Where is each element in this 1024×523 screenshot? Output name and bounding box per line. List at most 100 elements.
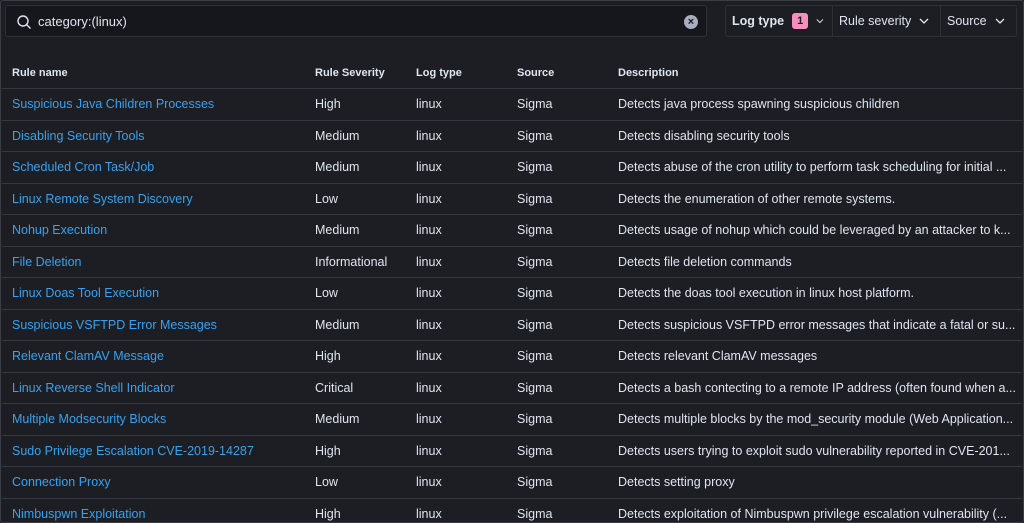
table-row: Nimbuspwn Exploitation High linux Sigma Dete… xyxy=(2,498,1022,522)
description-cell: Detects the doas tool execution in linux… xyxy=(608,277,1022,310)
rule-name-cell: Relevant ClamAV Message xyxy=(2,340,305,373)
column-header-source[interactable]: Source xyxy=(507,57,608,89)
log-type-filter-count-badge: 1 xyxy=(792,13,809,29)
rule-name-link[interactable]: Nimbuspwn Exploitation xyxy=(12,507,145,521)
rule-name-link[interactable]: Disabling Security Tools xyxy=(12,129,144,143)
source-cell: Sigma xyxy=(507,214,608,247)
source-cell: Sigma xyxy=(507,183,608,215)
table-row: Linux Doas Tool Execution Low linux Sigma De… xyxy=(2,277,1022,310)
source-filter-button[interactable]: Source xyxy=(941,6,1016,36)
source-cell: Sigma xyxy=(507,340,608,373)
rule-severity-cell: High xyxy=(305,340,406,373)
rule-name-cell: Multiple Modsecurity Blocks xyxy=(2,403,305,436)
rule-severity-filter-label: Rule severity xyxy=(839,14,912,28)
clear-icon[interactable]: × xyxy=(684,15,698,29)
table-header-row: Rule name Rule Severity Log type Source … xyxy=(2,57,1022,89)
source-cell: Sigma xyxy=(507,372,608,404)
rule-name-link[interactable]: Linux Reverse Shell Indicator xyxy=(12,381,175,395)
rule-severity-cell: Low xyxy=(305,277,406,310)
table-row: Linux Reverse Shell Indicator Critical lin… xyxy=(2,372,1022,404)
column-header-description[interactable]: Description xyxy=(608,57,1022,89)
log-type-cell: linux xyxy=(406,372,507,404)
rule-name-link[interactable]: Sudo Privilege Escalation CVE-2019-14287 xyxy=(12,444,254,458)
rule-severity-cell: High xyxy=(305,88,406,121)
rule-name-cell: Nohup Execution xyxy=(2,214,305,247)
log-type-cell: linux xyxy=(406,214,507,247)
rule-severity-cell: Low xyxy=(305,183,406,215)
log-type-cell: linux xyxy=(406,120,507,152)
rule-name-cell: File Deletion xyxy=(2,246,305,278)
log-type-cell: linux xyxy=(406,183,507,215)
table-row: File Deletion Informational linux Sigma Dete… xyxy=(2,246,1022,278)
log-type-filter-button[interactable]: Log type 1 xyxy=(726,6,833,36)
rule-name-link[interactable]: Scheduled Cron Task/Job xyxy=(12,160,154,174)
rule-name-cell: Scheduled Cron Task/Job xyxy=(2,151,305,184)
log-type-cell: linux xyxy=(406,309,507,341)
rule-name-link[interactable]: Connection Proxy xyxy=(12,475,111,489)
rule-severity-cell: Medium xyxy=(305,403,406,436)
log-type-filter-label: Log type xyxy=(732,14,785,28)
rule-severity-cell: Medium xyxy=(305,151,406,184)
table-row: Sudo Privilege Escalation CVE-2019-14287… xyxy=(2,435,1022,467)
source-cell: Sigma xyxy=(507,435,608,467)
description-cell: Detects disabling security tools xyxy=(608,120,1022,152)
description-cell: Detects the enumeration of other remote … xyxy=(608,183,1022,215)
rule-name-link[interactable]: File Deletion xyxy=(12,255,81,269)
description-cell: Detects users trying to exploit sudo vul… xyxy=(608,435,1022,467)
description-cell: Detects file deletion commands xyxy=(608,246,1022,278)
table-row: Connection Proxy Low linux Sigma Detects set… xyxy=(2,466,1022,499)
rule-name-cell: Sudo Privilege Escalation CVE-2019-14287 xyxy=(2,435,305,467)
detection-rules-panel: × Log type 1 Rule severity Source Rule n… xyxy=(0,0,1024,523)
description-cell: Detects usage of nohup which could be le… xyxy=(608,214,1022,247)
description-cell: Detects setting proxy xyxy=(608,466,1022,499)
log-type-cell: linux xyxy=(406,151,507,184)
source-cell: Sigma xyxy=(507,403,608,436)
description-cell: Detects a bash contecting to a remote IP… xyxy=(608,372,1022,404)
rule-name-link[interactable]: Linux Remote System Discovery xyxy=(12,192,193,206)
source-filter-label: Source xyxy=(947,14,987,28)
description-cell: Detects abuse of the cron utility to per… xyxy=(608,151,1022,184)
column-header-log-type[interactable]: Log type xyxy=(406,57,507,89)
table-row: Suspicious Java Children Processes High li… xyxy=(2,88,1022,121)
table-row: Nohup Execution Medium linux Sigma Detects u… xyxy=(2,214,1022,247)
rule-name-link[interactable]: Relevant ClamAV Message xyxy=(12,349,164,363)
rule-name-cell: Linux Reverse Shell Indicator xyxy=(2,372,305,404)
filter-group: Log type 1 Rule severity Source xyxy=(725,5,1017,37)
rule-name-link[interactable]: Nohup Execution xyxy=(12,223,107,237)
rule-severity-cell: Informational xyxy=(305,246,406,278)
rules-table: Rule name Rule Severity Log type Source … xyxy=(2,57,1022,522)
description-cell: Detects java process spawning suspicious… xyxy=(608,88,1022,121)
chevron-down-icon xyxy=(995,18,1005,24)
description-cell: Detects suspicious VSFTPD error messages… xyxy=(608,309,1022,341)
rule-severity-cell: Critical xyxy=(305,372,406,404)
source-cell: Sigma xyxy=(507,88,608,121)
rule-severity-cell: Medium xyxy=(305,214,406,247)
description-cell: Detects exploitation of Nimbuspwn privil… xyxy=(608,498,1022,522)
source-cell: Sigma xyxy=(507,120,608,152)
rule-name-link[interactable]: Suspicious Java Children Processes xyxy=(12,97,214,111)
rule-name-cell: Suspicious VSFTPD Error Messages xyxy=(2,309,305,341)
log-type-cell: linux xyxy=(406,466,507,499)
source-cell: Sigma xyxy=(507,309,608,341)
table-row: Disabling Security Tools Medium linux Sigma… xyxy=(2,120,1022,152)
chevron-down-icon xyxy=(816,19,824,24)
table-row: Scheduled Cron Task/Job Medium linux Sigma D… xyxy=(2,151,1022,184)
table-row: Multiple Modsecurity Blocks Medium linux Si… xyxy=(2,403,1022,436)
table-row: Relevant ClamAV Message High linux Sigma Det… xyxy=(2,340,1022,373)
source-cell: Sigma xyxy=(507,151,608,184)
search-input[interactable] xyxy=(38,6,678,36)
rule-name-cell: Linux Doas Tool Execution xyxy=(2,277,305,310)
source-cell: Sigma xyxy=(507,466,608,499)
rule-name-link[interactable]: Multiple Modsecurity Blocks xyxy=(12,412,166,426)
column-header-rule-severity[interactable]: Rule Severity xyxy=(305,57,406,89)
rule-name-link[interactable]: Suspicious VSFTPD Error Messages xyxy=(12,318,217,332)
rule-name-link[interactable]: Linux Doas Tool Execution xyxy=(12,286,159,300)
log-type-cell: linux xyxy=(406,498,507,522)
table-row: Linux Remote System Discovery Low linux Sig… xyxy=(2,183,1022,215)
column-header-rule-name[interactable]: Rule name xyxy=(2,57,305,89)
rule-severity-filter-button[interactable]: Rule severity xyxy=(833,6,941,36)
search-bar[interactable]: × xyxy=(5,5,707,37)
table-row: Suspicious VSFTPD Error Messages Medium li… xyxy=(2,309,1022,341)
rule-severity-cell: Medium xyxy=(305,120,406,152)
log-type-cell: linux xyxy=(406,435,507,467)
